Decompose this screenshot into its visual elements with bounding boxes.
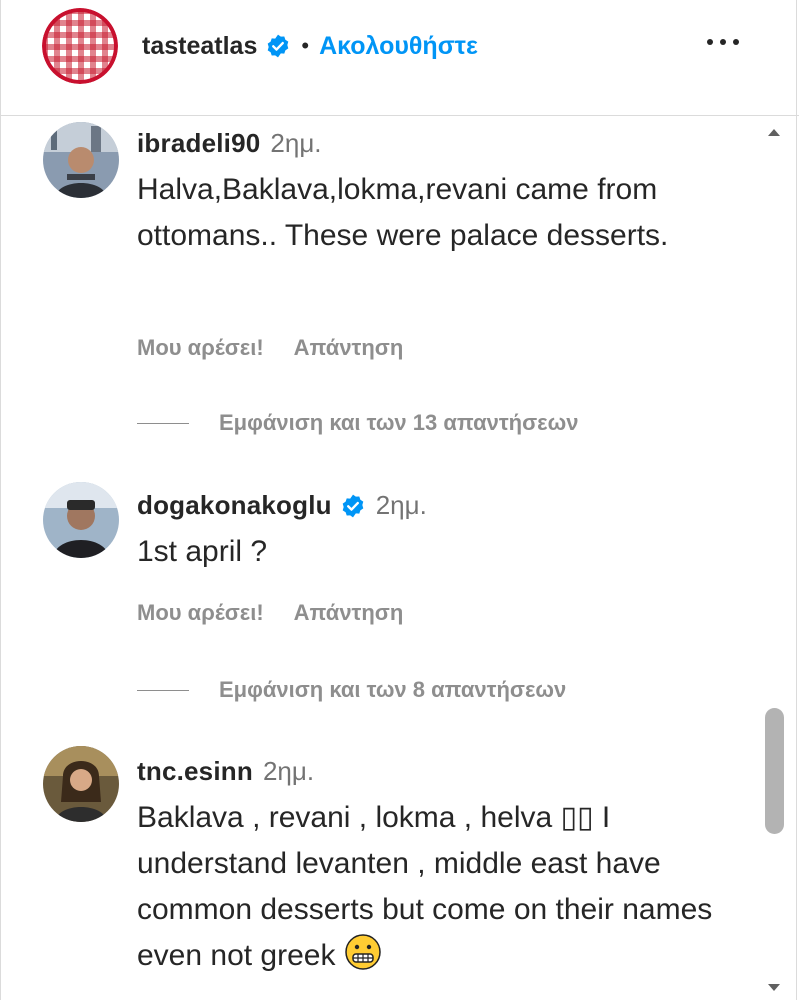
replies-divider-line	[137, 422, 189, 424]
comment-text: 1st april ?	[137, 535, 268, 568]
more-options-icon[interactable]	[707, 30, 747, 54]
comment-actions: Μου αρέσει! Απάντηση	[137, 600, 403, 626]
verified-badge-icon	[268, 34, 289, 58]
view-replies-label[interactable]: Εμφάνιση και των 8 απαντήσεων	[219, 677, 566, 703]
comment-header: dogakonakoglu 2ημ.	[137, 490, 427, 521]
grimacing-face-icon	[345, 934, 381, 970]
scrollbar-thumb[interactable]	[765, 708, 784, 834]
commenter-avatar[interactable]	[43, 482, 119, 558]
comment-time[interactable]: 2ημ.	[376, 490, 427, 521]
comment-username[interactable]: ibradeli90	[137, 128, 260, 159]
comment-username[interactable]: dogakonakoglu	[137, 490, 332, 521]
comment-text: Baklava , revani , lokma , helva ▯▯ I un…	[137, 795, 737, 979]
comment-username[interactable]: tnc.esinn	[137, 756, 253, 787]
header-user-line: tasteatlas • Ακολουθήστε	[142, 28, 478, 64]
header-separator: •	[301, 33, 310, 58]
scroll-down-arrow-icon[interactable]	[764, 978, 784, 998]
comment-time[interactable]: 2ημ.	[270, 128, 321, 159]
comment-text-body: Baklava , revani , lokma , helva ▯▯ I un…	[137, 801, 713, 972]
comment-time[interactable]: 2ημ.	[263, 756, 314, 787]
view-replies-button[interactable]: Εμφάνιση και των 13 απαντήσεων	[137, 410, 578, 436]
replies-divider-line	[137, 689, 189, 691]
comment-header: ibradeli90 2ημ.	[137, 128, 322, 159]
header-username[interactable]: tasteatlas	[142, 32, 257, 61]
view-replies-button[interactable]: Εμφάνιση και των 8 απαντήσεων	[137, 677, 566, 703]
view-replies-label[interactable]: Εμφάνιση και των 13 απαντήσεων	[219, 410, 578, 436]
reply-button[interactable]: Απάντηση	[294, 600, 404, 626]
tasteatlas-avatar[interactable]	[42, 8, 118, 84]
like-button[interactable]: Μου αρέσει!	[137, 335, 264, 361]
comment-header: tnc.esinn 2ημ.	[137, 756, 314, 787]
commenter-avatar[interactable]	[43, 122, 119, 198]
scroll-up-arrow-icon[interactable]	[764, 122, 784, 142]
comment-text: Halva,Baklava,lokma,revani came from ott…	[137, 173, 669, 252]
follow-button[interactable]: Ακολουθήστε	[319, 32, 478, 61]
post-header: tasteatlas • Ακολουθήστε	[0, 0, 799, 116]
comment-actions: Μου αρέσει! Απάντηση	[137, 335, 403, 361]
verified-badge-icon	[342, 494, 364, 517]
like-button[interactable]: Μου αρέσει!	[137, 600, 264, 626]
commenter-avatar[interactable]	[43, 746, 119, 822]
reply-button[interactable]: Απάντηση	[294, 335, 404, 361]
